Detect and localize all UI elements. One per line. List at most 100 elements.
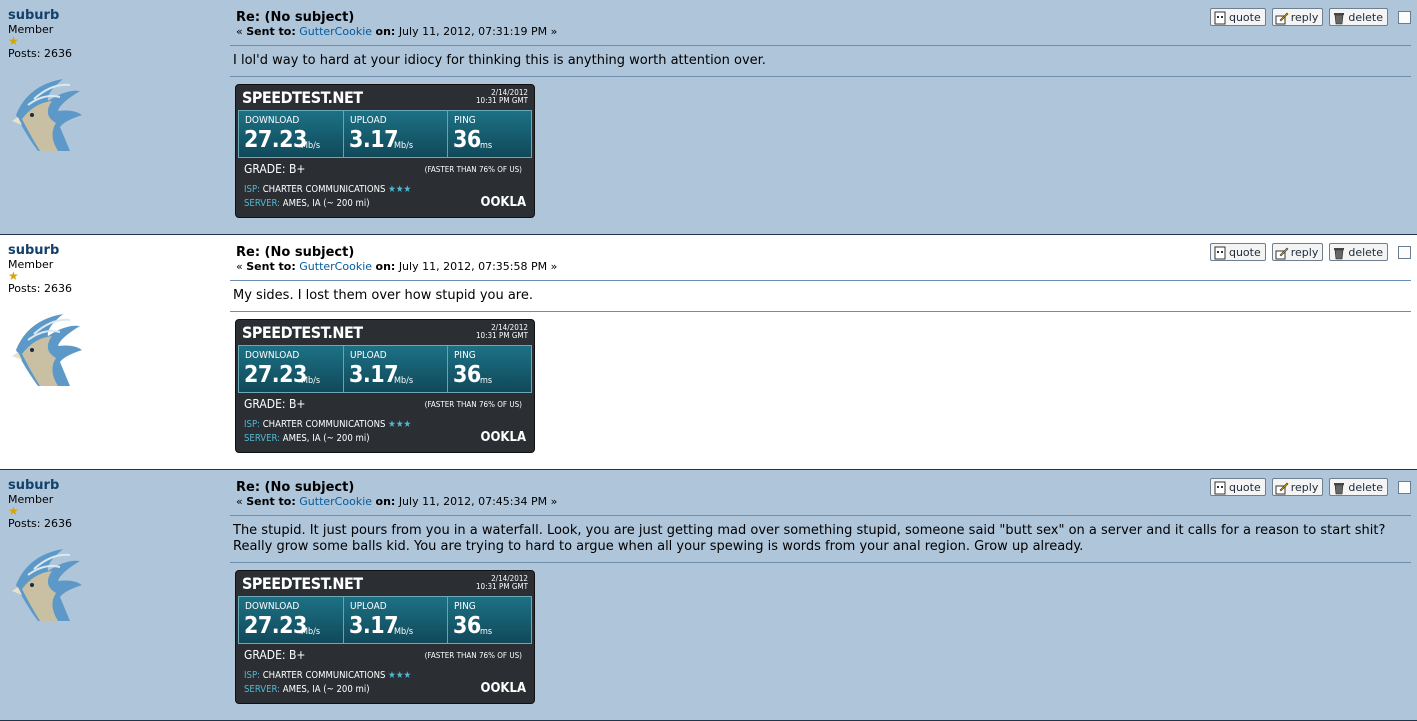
upload-value: 3.17 xyxy=(349,362,399,388)
speedtest-results-panel: DOWNLOAD 27.23 Mb/s UPLOAD 3.17 Mb/s PIN… xyxy=(238,110,532,158)
message-meta: « Sent to: GutterCookie on: July 11, 201… xyxy=(230,495,1411,508)
post-count: Posts: 2636 xyxy=(8,282,72,295)
poster-name[interactable]: suburb xyxy=(8,478,208,493)
download-label: DOWNLOAD xyxy=(245,350,300,361)
on-label: on: xyxy=(375,495,396,508)
poster-info: suburb Member ★ Posts: 2636 xyxy=(8,478,208,625)
speedtest-date: 2/14/2012 10:31 PM GMT xyxy=(475,323,528,340)
speedtest-signature-image: SPEEDTEST.NET 2/14/2012 10:31 PM GMT DOWN… xyxy=(235,319,535,453)
reply-button[interactable]: reply xyxy=(1271,243,1324,261)
sent-to-label: Sent to: xyxy=(246,260,296,273)
upload-value: 3.17 xyxy=(349,127,399,153)
signature-divider xyxy=(230,562,1411,563)
speedtest-server: SERVER: AMES, IA (~ 200 mi) xyxy=(244,198,370,209)
upload-value: 3.17 xyxy=(349,613,399,639)
message-meta: « Sent to: GutterCookie on: July 11, 201… xyxy=(230,25,1411,38)
speedtest-date: 2/14/2012 10:31 PM GMT xyxy=(475,88,528,105)
recipient-link[interactable]: GutterCookie xyxy=(299,495,372,508)
reply-label: reply xyxy=(1290,246,1319,259)
quote-button[interactable]: quote xyxy=(1209,8,1266,26)
ookla-logo: OOKLA xyxy=(480,195,526,210)
delete-label: delete xyxy=(1348,481,1383,494)
upload-label: UPLOAD xyxy=(350,601,387,612)
message-content: Re: (No subject) « Sent to: GutterCookie… xyxy=(230,480,1411,704)
download-value: 27.23 xyxy=(244,127,307,153)
poster-rank: Member xyxy=(8,23,54,36)
message-body: I lol'd way to hard at your idiocy for t… xyxy=(233,53,766,68)
message-content: Re: (No subject) « Sent to: GutterCookie… xyxy=(230,10,1411,218)
download-label: DOWNLOAD xyxy=(245,601,300,612)
speedtest-isp: ISP: CHARTER COMMUNICATIONS ★★★ xyxy=(244,184,412,195)
ping-value: 36 xyxy=(453,127,481,153)
speedtest-date: 2/14/2012 10:31 PM GMT xyxy=(475,574,528,591)
poster-info: suburb Member ★ Posts: 2636 xyxy=(8,8,208,155)
delete-button[interactable]: delete xyxy=(1329,8,1388,26)
trash-icon xyxy=(1334,482,1345,494)
download-value: 27.23 xyxy=(244,362,307,388)
trash-icon xyxy=(1334,12,1345,24)
message-actions: quote reply delete xyxy=(1209,8,1411,26)
speedtest-faster: (FASTER THAN 76% OF US) xyxy=(424,400,522,409)
guillemet-right-icon: » xyxy=(550,25,558,38)
delete-button[interactable]: delete xyxy=(1329,243,1388,261)
rank-star-icon: ★ xyxy=(8,269,19,283)
guillemet-left-icon: « xyxy=(236,25,243,38)
select-message-checkbox[interactable] xyxy=(1398,10,1411,24)
message-date: July 11, 2012, 07:31:19 PM xyxy=(398,25,548,38)
delete-button[interactable]: delete xyxy=(1329,478,1388,496)
upload-unit: Mb/s xyxy=(394,376,414,386)
download-unit: Mb/s xyxy=(301,627,321,637)
download-label: DOWNLOAD xyxy=(245,115,300,126)
poster-info: suburb Member ★ Posts: 2636 xyxy=(8,243,208,390)
speedtest-signature-image: SPEEDTEST.NET 2/14/2012 10:31 PM GMT DOWN… xyxy=(235,84,535,218)
speedtest-faster: (FASTER THAN 76% OF US) xyxy=(424,651,522,660)
speedtest-results-panel: DOWNLOAD 27.23 Mb/s UPLOAD 3.17 Mb/s PIN… xyxy=(238,596,532,644)
recipient-link[interactable]: GutterCookie xyxy=(299,260,372,273)
reply-button[interactable]: reply xyxy=(1271,478,1324,496)
quote-button[interactable]: quote xyxy=(1209,243,1266,261)
message-date: July 11, 2012, 07:45:34 PM xyxy=(398,495,548,508)
quote-button[interactable]: quote xyxy=(1209,478,1266,496)
poster-name[interactable]: suburb xyxy=(8,8,208,23)
speedtest-brand: SPEEDTEST.NET xyxy=(242,88,363,107)
avatar[interactable] xyxy=(8,545,83,621)
reply-label: reply xyxy=(1290,11,1319,24)
speedtest-results-panel: DOWNLOAD 27.23 Mb/s UPLOAD 3.17 Mb/s PIN… xyxy=(238,345,532,393)
reply-button[interactable]: reply xyxy=(1271,8,1324,26)
speedtest-brand: SPEEDTEST.NET xyxy=(242,323,363,342)
poster-name[interactable]: suburb xyxy=(8,243,208,258)
select-message-checkbox[interactable] xyxy=(1398,245,1411,259)
guillemet-left-icon: « xyxy=(236,260,243,273)
message: suburb Member ★ Posts: 2636 Re: (No subj… xyxy=(0,0,1417,235)
quote-icon xyxy=(1214,481,1226,494)
ookla-logo: OOKLA xyxy=(480,681,526,696)
delete-label: delete xyxy=(1348,11,1383,24)
message-body: My sides. I lost them over how stupid yo… xyxy=(233,288,533,303)
avatar[interactable] xyxy=(8,310,83,386)
speedtest-brand: SPEEDTEST.NET xyxy=(242,574,363,593)
message: suburb Member ★ Posts: 2636 Re: (No subj… xyxy=(0,235,1417,470)
select-message-checkbox[interactable] xyxy=(1398,480,1411,494)
upload-label: UPLOAD xyxy=(350,350,387,361)
trash-icon xyxy=(1334,247,1345,259)
message-content: Re: (No subject) « Sent to: GutterCookie… xyxy=(230,245,1411,453)
message-actions: quote reply delete xyxy=(1209,243,1411,261)
ping-label: PING xyxy=(454,601,476,612)
download-unit: Mb/s xyxy=(301,141,321,151)
recipient-link[interactable]: GutterCookie xyxy=(299,25,372,38)
message-meta: « Sent to: GutterCookie on: July 11, 201… xyxy=(230,260,1411,273)
sent-to-label: Sent to: xyxy=(246,495,296,508)
speedtest-grade: GRADE: B+ xyxy=(244,648,306,662)
ping-unit: ms xyxy=(480,627,493,637)
ping-value: 36 xyxy=(453,362,481,388)
reply-pencil-icon xyxy=(1275,12,1289,24)
reply-pencil-icon xyxy=(1275,482,1289,494)
quote-label: quote xyxy=(1228,481,1261,494)
avatar[interactable] xyxy=(8,75,83,151)
ookla-logo: OOKLA xyxy=(480,430,526,445)
delete-label: delete xyxy=(1348,246,1383,259)
message-list: suburb Member ★ Posts: 2636 Re: (No subj… xyxy=(0,0,1417,721)
speedtest-signature-image: SPEEDTEST.NET 2/14/2012 10:31 PM GMT DOWN… xyxy=(235,570,535,704)
speedtest-faster: (FASTER THAN 76% OF US) xyxy=(424,165,522,174)
sent-to-label: Sent to: xyxy=(246,25,296,38)
